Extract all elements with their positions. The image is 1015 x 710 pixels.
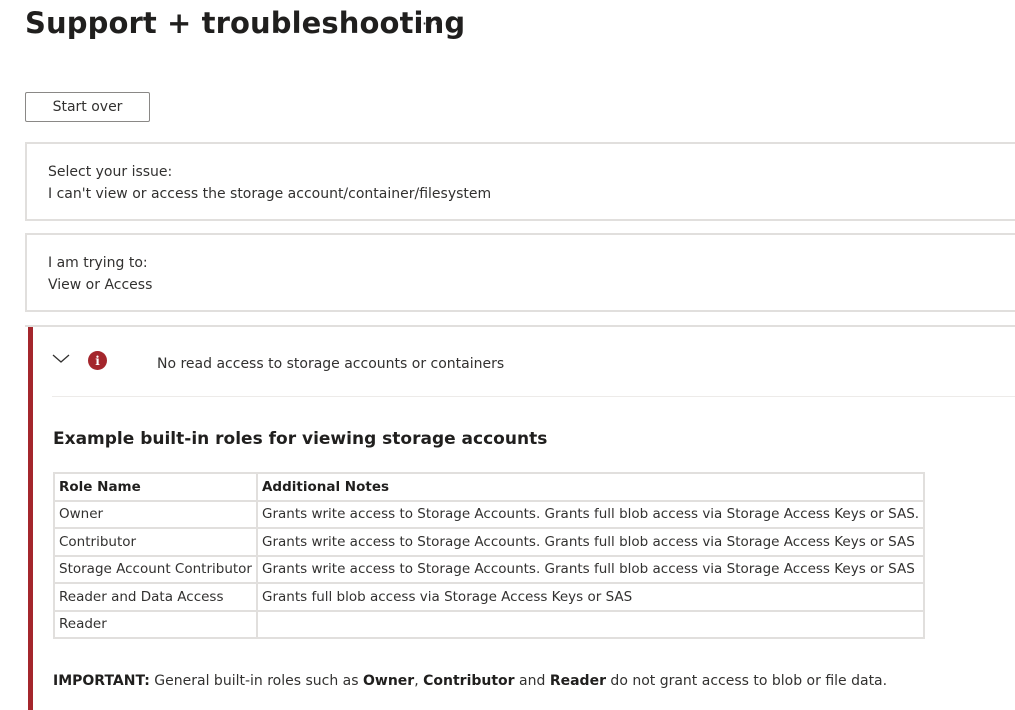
role-name-cell: Owner xyxy=(53,499,258,529)
table-row: Storage Account Contributor Grants write… xyxy=(53,554,926,584)
column-header-role-name: Role Name xyxy=(53,472,258,502)
select-issue-label: Select your issue: xyxy=(48,164,173,180)
trying-to-value: View or Access xyxy=(48,277,153,293)
note-text: do not grant access to blob or file data… xyxy=(605,673,888,689)
result-panel: i No read access to storage accounts or … xyxy=(25,325,1015,710)
table-row: Reader and Data Access Grants full blob … xyxy=(53,582,926,612)
important-label: IMPORTANT: xyxy=(53,673,150,689)
note-role-contributor: Contributor xyxy=(423,673,515,689)
role-notes-cell xyxy=(255,609,926,639)
table-header-row: Role Name Additional Notes xyxy=(53,472,926,502)
important-note: IMPORTANT: General built-in roles such a… xyxy=(53,673,887,689)
role-notes-cell: Grants write access to Storage Accounts.… xyxy=(255,527,926,557)
select-issue-value: I can't view or access the storage accou… xyxy=(48,186,492,202)
role-name-cell: Reader and Data Access xyxy=(53,582,258,612)
start-over-button[interactable]: Start over xyxy=(25,92,150,122)
more-options-button[interactable]: ··· xyxy=(422,14,440,33)
table-row: Reader xyxy=(53,609,926,639)
role-name-cell: Storage Account Contributor xyxy=(53,554,258,584)
role-notes-cell: Grants write access to Storage Accounts.… xyxy=(255,554,926,584)
error-info-icon: i xyxy=(88,351,107,370)
role-name-cell: Contributor xyxy=(53,527,258,557)
table-row: Contributor Grants write access to Stora… xyxy=(53,527,926,557)
note-role-reader: Reader xyxy=(549,673,606,689)
trying-to-label: I am trying to: xyxy=(48,255,148,271)
role-notes-cell: Grants full blob access via Storage Acce… xyxy=(255,582,926,612)
chevron-down-icon[interactable] xyxy=(52,349,70,367)
note-separator: , xyxy=(414,673,424,689)
note-text: General built-in roles such as xyxy=(149,673,363,689)
page-title: Support + troubleshooting xyxy=(25,6,466,40)
roles-table: Role Name Additional Notes Owner Grants … xyxy=(53,472,926,639)
select-issue-card: Select your issue: I can't view or acces… xyxy=(25,142,1015,221)
trying-to-card: I am trying to: View or Access xyxy=(25,233,1015,312)
error-accent-bar xyxy=(28,327,33,710)
note-separator: and xyxy=(514,673,550,689)
section-heading: Example built-in roles for viewing stora… xyxy=(53,429,548,449)
role-notes-cell: Grants write access to Storage Accounts.… xyxy=(255,499,926,529)
result-title: No read access to storage accounts or co… xyxy=(157,356,505,372)
table-row: Owner Grants write access to Storage Acc… xyxy=(53,499,926,529)
column-header-additional-notes: Additional Notes xyxy=(255,472,926,502)
result-header[interactable]: i No read access to storage accounts or … xyxy=(52,327,1015,397)
role-name-cell: Reader xyxy=(53,609,258,639)
note-role-owner: Owner xyxy=(363,673,415,689)
